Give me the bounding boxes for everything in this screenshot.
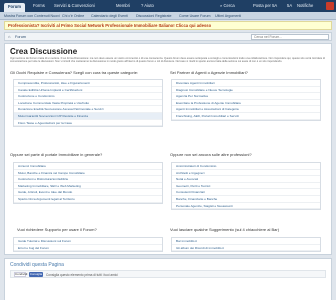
category-item-selected[interactable]: Mutui Garantiti Sovvenzioni C/P Revisite… — [14, 112, 162, 120]
breadcrumb: ⌂ Forum — [4, 32, 332, 41]
subnav-item-calendar[interactable]: Calendario degli Eventi — [91, 12, 128, 20]
category-item[interactable]: Agenzia Per Normativa — [172, 93, 320, 100]
category-list: Compravendita, Professionisti, Idee e Fi… — [13, 79, 163, 128]
category-list: Amministratori di Condominio Architetti … — [171, 162, 321, 211]
subnav-item-new-content[interactable]: Mostra Forum con Contenuti Nuovi — [4, 12, 60, 20]
tab-servizi[interactable]: Servizi & Convenzioni — [50, 2, 99, 10]
section-question: Vuoi richiedere Supporto per usare il Fo… — [17, 227, 97, 232]
breadcrumb-forum[interactable]: Forum — [15, 35, 26, 39]
category-item[interactable]: Locazione Commerciale Vasta Proprietà e … — [14, 100, 162, 107]
category-list: Diventare Agenti Immobiliari Diagnosi Im… — [171, 79, 321, 121]
category-item[interactable]: Amministratori di Condominio — [172, 163, 320, 170]
category-list: Bar immobilis.it Gli album dei Ricordi d… — [171, 237, 321, 253]
home-icon[interactable]: ⌂ — [8, 34, 10, 39]
promo-banner[interactable]: Professionista? Iscriviti al Primo Socia… — [4, 21, 332, 30]
category-item[interactable]: Diventare Agenti Immobiliari — [172, 80, 320, 87]
category-item[interactable]: Errori e bug del Forum — [14, 245, 162, 252]
subnav-item-how-to[interactable]: Come Usare Forum — [179, 12, 211, 20]
sub-nav-bar: Mostra Forum con Contenuti Nuovi Chi c'è… — [0, 12, 336, 20]
notifiche-link[interactable]: Notifiche — [297, 2, 313, 10]
share-button[interactable]: Condividi — [14, 272, 27, 277]
search-link[interactable]: ⌕ Cerca — [220, 2, 235, 10]
category-item[interactable]: Esercitare la Professione di Agente Immo… — [172, 100, 320, 107]
section-question: Sei Partner di Agenti o Agenzie Immobili… — [170, 70, 248, 75]
noti-link[interactable]: 5A — [287, 2, 292, 10]
category-item[interactable]: Architetti e Ingegneri — [172, 170, 320, 177]
section-question: Vuoi lasciare qualche Suggerimento (sul … — [170, 227, 280, 232]
category-item[interactable]: Bar immobilis.it — [172, 238, 320, 245]
search-link-label: Cerca — [223, 3, 235, 8]
subnav-item-registered[interactable]: Discussioni Registrate — [136, 12, 172, 20]
category-item[interactable]: Geometri, Periti e Tecnici — [172, 183, 320, 190]
category-item[interactable]: Fisco Tasse e Agevolazioni per la Casa — [14, 120, 162, 127]
category-item[interactable]: Banche, Finanziarie e Banche — [172, 196, 320, 203]
category-item[interactable]: Gli album dei Ricordi di immobilis.it — [172, 245, 320, 252]
share-description: Consiglia questo elemento prima di tutti… — [46, 272, 118, 277]
category-item[interactable]: Canale Edilizia Urbana Impianti e Certif… — [14, 87, 162, 94]
category-list: Guide Tutorial e Discussioni sul Forum E… — [13, 237, 163, 253]
category-item[interactable]: Franchising, AED, Portali Immobiliari e … — [172, 113, 320, 120]
category-item[interactable]: Marketing Immobiliare, SEO e Web Marketi… — [14, 183, 162, 190]
category-item[interactable]: Notai e Avvocati — [172, 176, 320, 183]
category-item[interactable]: Annunci Immobiliare — [14, 163, 162, 170]
category-item[interactable]: Personale Agenzie, Stagisti e Neoassunti — [172, 203, 320, 210]
category-item[interactable]: Donazione Eredità Successione Ascesa Pat… — [14, 106, 162, 113]
share-bar: Condividi Consiglia Consiglia questo ele… — [10, 270, 326, 278]
category-list: Annunci Immobiliare Mutui, Banche e Fina… — [13, 162, 163, 204]
user-posts-link[interactable]: Posta per 5A — [253, 2, 277, 10]
category-item[interactable]: Agenti Immobiliari e Associazioni di Cat… — [172, 106, 320, 113]
category-item[interactable]: Spazio Circa Argomenti legati al Territo… — [14, 196, 162, 203]
category-item[interactable]: Compravendita, Professionisti, Idee e Fi… — [14, 80, 162, 87]
category-item[interactable]: Guide Tutorial e Discussioni sul Forum — [14, 238, 162, 245]
category-item[interactable]: Guide, Articoli, Eventi e Idee dal Mondo — [14, 189, 162, 196]
search-input[interactable] — [251, 34, 329, 40]
facebook-like-button[interactable]: Consiglia — [29, 272, 43, 277]
page-title: Crea Discussione — [10, 47, 78, 56]
search-icon: ⌕ — [220, 3, 223, 8]
section-question: Oppure non sei ancora sulle altre profes… — [170, 152, 252, 157]
category-item[interactable]: Costruzione e Condominio — [14, 93, 162, 100]
subnav-item-online[interactable]: Chi c'è Online — [62, 12, 84, 20]
section-question: Oppure sei parte di portale Immobiliare … — [10, 152, 103, 157]
intro-text: Ogni sezione del Forum tratta di un sett… — [10, 57, 325, 64]
main-content: Crea Discussione Ogni sezione del Forum … — [4, 43, 332, 255]
category-item[interactable]: Consulenti Finanziari — [172, 189, 320, 196]
logout-icon[interactable] — [326, 2, 334, 10]
tab-membri[interactable]: Membri — [112, 2, 134, 10]
share-title: Condividi questa Pagina — [10, 262, 64, 268]
tab-forms[interactable]: Forms — [29, 2, 49, 10]
tab-aiuto[interactable]: ? Aiuto — [137, 2, 158, 10]
subnav-item-latest[interactable]: Ultimi Argomenti — [215, 12, 241, 20]
share-panel: Condividi questa Pagina Condividi Consig… — [4, 258, 332, 300]
section-question: Gli Occhi Requisire e Consulenza? Scegli… — [10, 70, 139, 75]
category-item[interactable]: Diagnosi Immobiliare e Nuove Tecnologie — [172, 87, 320, 94]
category-item[interactable]: Mutui, Banche e Finanza nel Campo Immobi… — [14, 170, 162, 177]
tab-forum[interactable]: Forum — [4, 3, 26, 12]
category-item[interactable]: Costruzioni e Ristrutturazioni Edilizie — [14, 176, 162, 183]
top-nav-bar: Forum Forms Servizi & Convenzioni Membri… — [0, 0, 336, 12]
